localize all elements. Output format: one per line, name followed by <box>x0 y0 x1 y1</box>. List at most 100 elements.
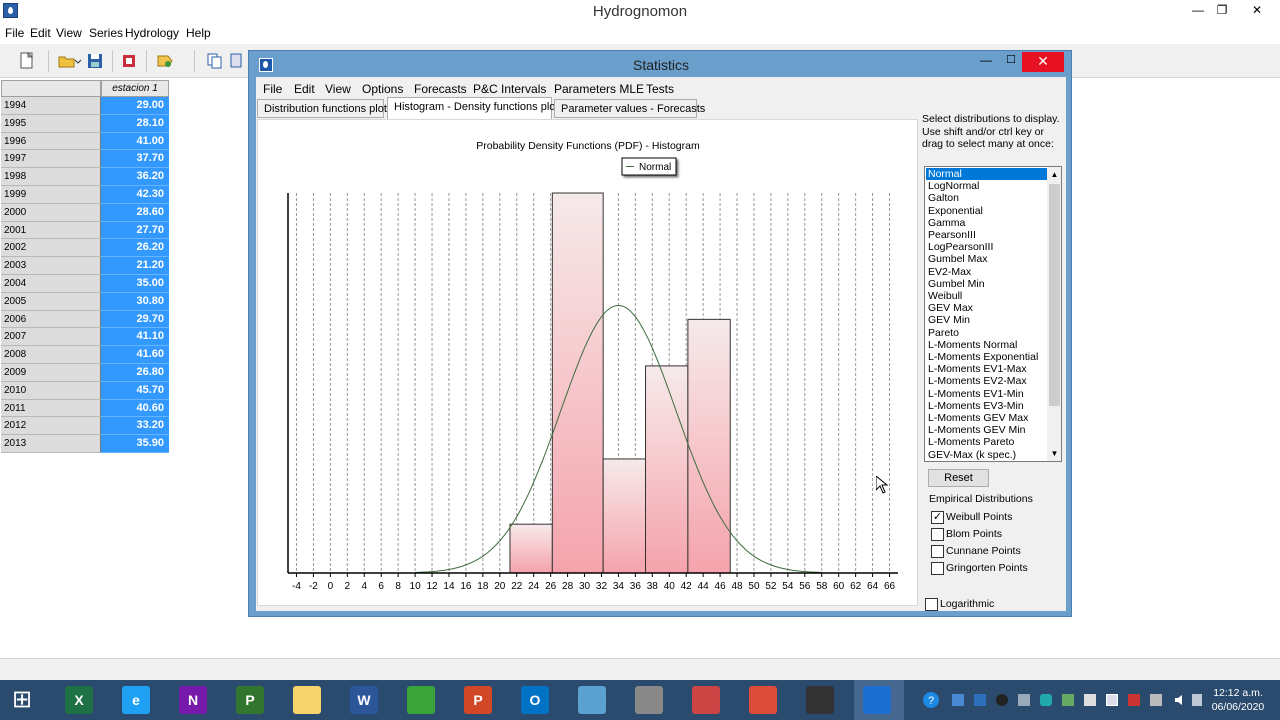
copy-icon[interactable] <box>206 52 224 70</box>
distribution-list-item[interactable]: GEV Min <box>926 314 1048 326</box>
tab-distribution-functions-plots[interactable]: Distribution functions plots <box>257 99 392 118</box>
scroll-up-icon[interactable]: ▲ <box>1047 167 1061 182</box>
distribution-list-item[interactable]: GEV-Max (k spec.) <box>926 449 1048 461</box>
row-year[interactable]: 2005 <box>1 292 101 311</box>
distribution-list-item[interactable]: L-Moments Pareto <box>926 436 1048 448</box>
row-year[interactable]: 2006 <box>1 310 101 329</box>
stats-menu-forecasts[interactable]: Forecasts <box>414 82 467 96</box>
taskbar-outlook-icon[interactable]: O <box>521 686 549 714</box>
checkbox-box[interactable] <box>931 545 944 558</box>
stats-minimize-button[interactable]: — <box>977 53 995 71</box>
distribution-list-item[interactable]: LogNormal <box>926 180 1048 192</box>
row-value[interactable]: 40.60 <box>101 399 169 418</box>
row-value[interactable]: 41.00 <box>101 132 169 151</box>
row-year[interactable]: 2004 <box>1 275 101 293</box>
checkbox-box[interactable] <box>925 598 938 611</box>
taskbar-powerpoint-icon[interactable]: P <box>464 686 492 714</box>
row-value[interactable]: 41.60 <box>101 346 169 364</box>
menu-series[interactable]: Series <box>89 26 123 40</box>
main-restore-button[interactable]: ❐ <box>1208 0 1236 22</box>
row-value[interactable]: 37.70 <box>101 150 169 169</box>
checkbox-box[interactable] <box>931 528 944 541</box>
distribution-list-item[interactable]: L-Moments GEV Max <box>926 412 1048 424</box>
tray-app-icon[interactable] <box>952 694 964 706</box>
distribution-list-item[interactable]: L-Moments Normal <box>926 339 1048 351</box>
tray-app-icon[interactable] <box>1150 694 1162 706</box>
stats-menu-view[interactable]: View <box>325 82 351 96</box>
distribution-list-item[interactable]: PearsonIII <box>926 229 1048 241</box>
tray-app-icon[interactable] <box>1128 694 1140 706</box>
row-year[interactable]: 2008 <box>1 346 101 364</box>
row-year[interactable]: 2001 <box>1 221 101 240</box>
stats-maximize-button[interactable]: ☐ <box>1002 53 1020 71</box>
taskbar-excel-icon[interactable]: X <box>65 686 93 714</box>
reset-button[interactable]: Reset <box>928 469 989 487</box>
row-year[interactable]: 2012 <box>1 417 101 436</box>
taskbar-obs-icon[interactable] <box>806 686 834 714</box>
checkbox-box[interactable]: ✓ <box>931 511 944 524</box>
taskbar-onenote-icon[interactable]: N <box>179 686 207 714</box>
tray-wifi-icon[interactable] <box>1192 694 1202 706</box>
distribution-list-item[interactable]: EV2-Max <box>926 266 1048 278</box>
distribution-list-item[interactable]: Gumbel Min <box>926 278 1048 290</box>
row-year[interactable]: 1997 <box>1 150 101 169</box>
properties-icon[interactable] <box>156 52 174 70</box>
distribution-list-item[interactable]: L-Moments EV1-Max <box>926 363 1048 375</box>
distribution-list-item[interactable]: GEV Max <box>926 302 1048 314</box>
row-value[interactable]: 28.10 <box>101 114 169 133</box>
stats-close-button[interactable]: ✕ <box>1022 52 1064 72</box>
taskbar-chrome-icon[interactable] <box>749 686 777 714</box>
row-year[interactable]: 1998 <box>1 168 101 186</box>
row-value[interactable]: 36.20 <box>101 168 169 186</box>
distribution-list-item[interactable]: Normal <box>926 168 1048 181</box>
row-value[interactable]: 35.00 <box>101 275 169 293</box>
menu-help[interactable]: Help <box>186 26 211 40</box>
distribution-list-item[interactable]: LogPearsonIII <box>926 241 1048 253</box>
main-close-button[interactable]: ✕ <box>1234 0 1280 22</box>
distribution-list-item[interactable]: L-Moments Exponential <box>926 351 1048 363</box>
scroll-down-icon[interactable]: ▼ <box>1047 446 1061 461</box>
row-value[interactable]: 21.20 <box>101 257 169 275</box>
tray-app-icon[interactable] <box>1040 694 1052 706</box>
row-value[interactable]: 35.90 <box>101 435 169 453</box>
row-year[interactable]: 1994 <box>1 97 101 115</box>
stats-menu-file[interactable]: File <box>263 82 282 96</box>
tray-app-icon[interactable] <box>1062 694 1074 706</box>
save-icon[interactable] <box>86 52 104 70</box>
taskbar-project-icon[interactable]: P <box>236 686 264 714</box>
taskbar-clock[interactable]: 12:12 a.m. 06/06/2020 <box>1206 686 1270 714</box>
taskbar-store-icon[interactable] <box>407 686 435 714</box>
distribution-list-item[interactable]: L-Moments EV3-Min <box>926 400 1048 412</box>
tab-parameter-values-forecasts[interactable]: Parameter values - Forecasts <box>554 99 705 118</box>
taskbar-windows-start-icon[interactable]: ⊞ <box>8 686 36 714</box>
menu-view[interactable]: View <box>56 26 82 40</box>
row-year[interactable]: 2002 <box>1 239 101 258</box>
volume-icon[interactable] <box>1174 694 1186 706</box>
row-value[interactable]: 26.20 <box>101 239 169 258</box>
print-icon[interactable] <box>120 52 138 70</box>
row-value[interactable]: 30.80 <box>101 292 169 311</box>
row-value[interactable]: 33.20 <box>101 417 169 436</box>
distribution-list-item[interactable]: Weibull <box>926 290 1048 302</box>
grid-column-header[interactable]: estacion 1 <box>101 80 169 97</box>
tray-app-icon[interactable] <box>1084 694 1096 706</box>
distribution-list-item[interactable]: Gamma <box>926 217 1048 229</box>
distribution-list-item[interactable]: Gumbel Max <box>926 253 1048 265</box>
stats-menu-tests[interactable]: Tests <box>646 82 674 96</box>
row-year[interactable]: 1999 <box>1 186 101 204</box>
row-value[interactable]: 42.30 <box>101 186 169 204</box>
tray-app-icon[interactable] <box>974 694 986 706</box>
taskbar-hydrognomon-icon[interactable] <box>863 686 891 714</box>
tray-app-icon[interactable] <box>1018 694 1030 706</box>
row-year[interactable]: 2003 <box>1 257 101 275</box>
taskbar-search-app-icon[interactable] <box>578 686 606 714</box>
tray-obs-icon[interactable] <box>996 694 1008 706</box>
distribution-list-item[interactable]: Galton <box>926 192 1048 204</box>
paste-icon[interactable] <box>228 52 246 70</box>
row-year[interactable]: 2010 <box>1 381 101 400</box>
row-year[interactable]: 2011 <box>1 399 101 418</box>
row-value[interactable]: 26.80 <box>101 364 169 382</box>
distribution-listbox[interactable]: Normal LogNormal Galton Exponential Gamma Pea… <box>924 166 1062 462</box>
help-icon[interactable]: ? <box>922 691 940 709</box>
row-value[interactable]: 29.00 <box>101 97 169 115</box>
